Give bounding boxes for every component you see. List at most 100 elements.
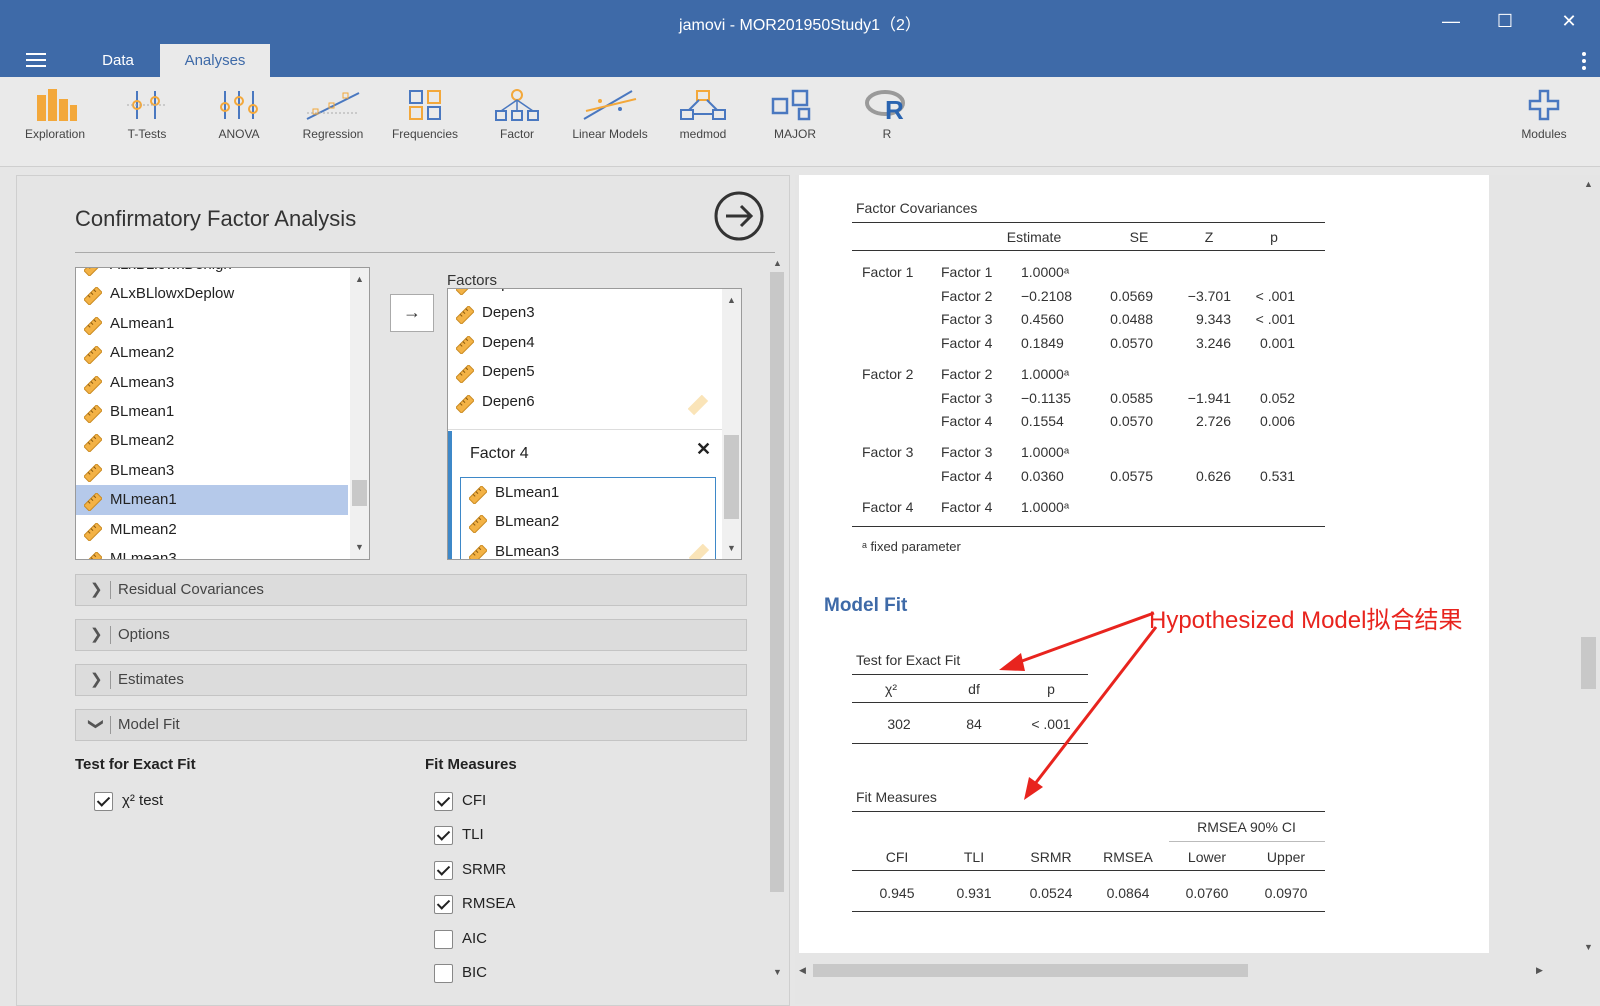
scroll-thumb[interactable] [1581,637,1596,689]
ribbon-frequencies[interactable]: Frequencies [379,89,471,141]
factors-scrollbar[interactable]: ▲ ▼ [722,289,741,559]
maximize-button[interactable]: ☐ [1485,8,1525,34]
factor-4-name[interactable]: Factor 4 [470,445,529,463]
ribbon-label: medmod [679,127,727,141]
checkbox-icon[interactable] [434,860,453,880]
minimize-button[interactable]: — [1431,8,1471,34]
section-residual-covariances[interactable]: ❯ Residual Covariances [75,574,747,606]
list-item[interactable]: BLmean1 [76,397,348,427]
ruler-icon [468,543,488,559]
svg-text:R: R [885,95,904,121]
list-item[interactable]: Depen3 [448,298,720,328]
ribbon-anova[interactable]: ANOVA [193,89,285,141]
ribbon-t-tests[interactable]: T-Tests [101,89,193,141]
checkbox-icon[interactable] [434,964,453,983]
anova-icon [220,91,258,119]
menu-bar: Data Analyses [0,44,1600,77]
variable-label: Depen4 [482,333,535,351]
scroll-up-icon[interactable]: ▲ [773,258,782,268]
scroll-up-icon[interactable]: ▲ [727,295,736,305]
list-item[interactable]: BLmean1 [461,478,711,508]
variable-label: BLmean3 [495,542,560,560]
checkbox-icon[interactable] [434,895,453,915]
scroll-down-icon[interactable]: ▼ [773,967,782,977]
variable-label: Depen5 [482,363,535,381]
list-item[interactable]: ALmean1 [76,309,348,339]
close-window-button[interactable]: ✕ [1549,8,1589,34]
hamburger-menu-icon[interactable] [26,53,46,67]
remove-factor-button[interactable]: ✕ [696,439,711,460]
list-item[interactable]: ALxBLlowxDeplow [76,279,348,309]
factors-label: Factors [447,272,498,289]
scroll-thumb[interactable] [770,272,784,892]
bar-chart-icon [37,89,77,121]
ribbon-exploration[interactable]: Exploration [9,89,101,141]
tab-analyses[interactable]: Analyses [160,44,270,77]
medmod-icon [680,90,726,120]
scroll-thumb[interactable] [813,964,1248,977]
ribbon-label: Modules [1521,127,1567,141]
factors-list[interactable]: Depen2Depen3Depen4Depen5Depen6 Factor 4 … [447,288,742,560]
ribbon-factor[interactable]: Factor [471,89,563,141]
scroll-up-icon[interactable]: ▲ [355,274,364,284]
list-item[interactable]: MLmean2 [76,515,348,545]
list-item[interactable]: Depen5 [448,357,720,387]
ribbon-r[interactable]: R R [841,89,933,141]
section-options[interactable]: ❯ Options [75,619,747,651]
results-horizontal-scrollbar[interactable]: ◀ ▶ [795,961,1555,979]
list-item[interactable]: Depen2 [448,289,720,299]
major-icon [771,89,811,121]
variable-label: ALxBLlowxDeplow [110,285,235,303]
section-estimates[interactable]: ❯ Estimates [75,664,747,696]
options-scrollbar[interactable]: ▲ ▼ [767,254,787,1005]
scroll-down-icon[interactable]: ▼ [1584,942,1593,952]
variable-label: MLmean1 [110,491,177,509]
scroll-thumb[interactable] [724,435,739,519]
results-document: Factor Covariances Estimate SE Zp Factor 1… [799,175,1489,953]
checkbox-icon[interactable] [94,792,113,811]
variable-label: Depen6 [482,392,535,410]
factor-icon [495,89,539,121]
more-options-icon[interactable] [1582,52,1586,73]
list-item[interactable]: ALmean3 [76,368,348,398]
chevron-down-icon: ❯ [87,717,105,731]
scroll-up-icon[interactable]: ▲ [1584,179,1593,189]
window-title: jamovi - MOR201950Study1（2） [679,17,921,34]
move-to-factors-button[interactable]: → [390,294,434,332]
list-item[interactable]: BLmean2 [76,426,348,456]
variable-label: BLmean1 [110,403,175,420]
results-vertical-scrollbar[interactable]: ▲ ▼ [1577,175,1599,965]
scroll-left-icon[interactable]: ◀ [799,965,806,976]
ribbon-medmod[interactable]: medmod [657,89,749,141]
section-model-fit[interactable]: ❯ Model Fit [75,709,747,741]
list-item[interactable]: MLmean1 [76,485,348,516]
list-item[interactable]: MLmean3 [76,544,348,559]
arrow-right-circle-icon[interactable] [713,190,765,242]
variables-list[interactable]: ALxBLlowxDehigh ALxBLlowxDeplow ALmean1 ALm… [75,267,370,560]
list-item[interactable]: Depen4 [448,328,720,358]
list-item[interactable]: BLmean2 [461,507,711,537]
factor-4-items[interactable]: BLmean1 BLmean2 BLmean3 [460,477,716,560]
scroll-down-icon[interactable]: ▼ [355,542,364,552]
ribbon-modules[interactable]: Modules [1498,89,1590,141]
t-test-icon [127,91,167,119]
fit-measures-heading: Fit Measures [425,756,517,773]
checkbox-icon[interactable] [434,929,453,949]
checkbox-icon[interactable] [434,826,453,846]
list-item[interactable]: BLmean3 [461,537,711,560]
variables-scrollbar[interactable]: ▲ ▼ [350,268,369,559]
list-item[interactable]: BLmean3 [76,456,348,486]
list-item[interactable]: ALxBLlowxDehigh [76,268,348,280]
checkbox-icon[interactable] [434,792,453,811]
tab-data[interactable]: Data [80,44,156,77]
scroll-down-icon[interactable]: ▼ [727,543,736,553]
scroll-right-icon[interactable]: ▶ [1536,965,1543,976]
ribbon-linear-models[interactable]: Linear Models [564,89,656,141]
scroll-thumb[interactable] [352,480,367,506]
list-item[interactable]: Depen6 [448,387,720,417]
list-item[interactable]: ALmean2 [76,338,348,368]
ribbon-major[interactable]: MAJOR [749,89,841,141]
ribbon-regression[interactable]: Regression [287,89,379,141]
variable-label: ALmean1 [110,314,175,332]
plus-icon [1528,89,1560,121]
